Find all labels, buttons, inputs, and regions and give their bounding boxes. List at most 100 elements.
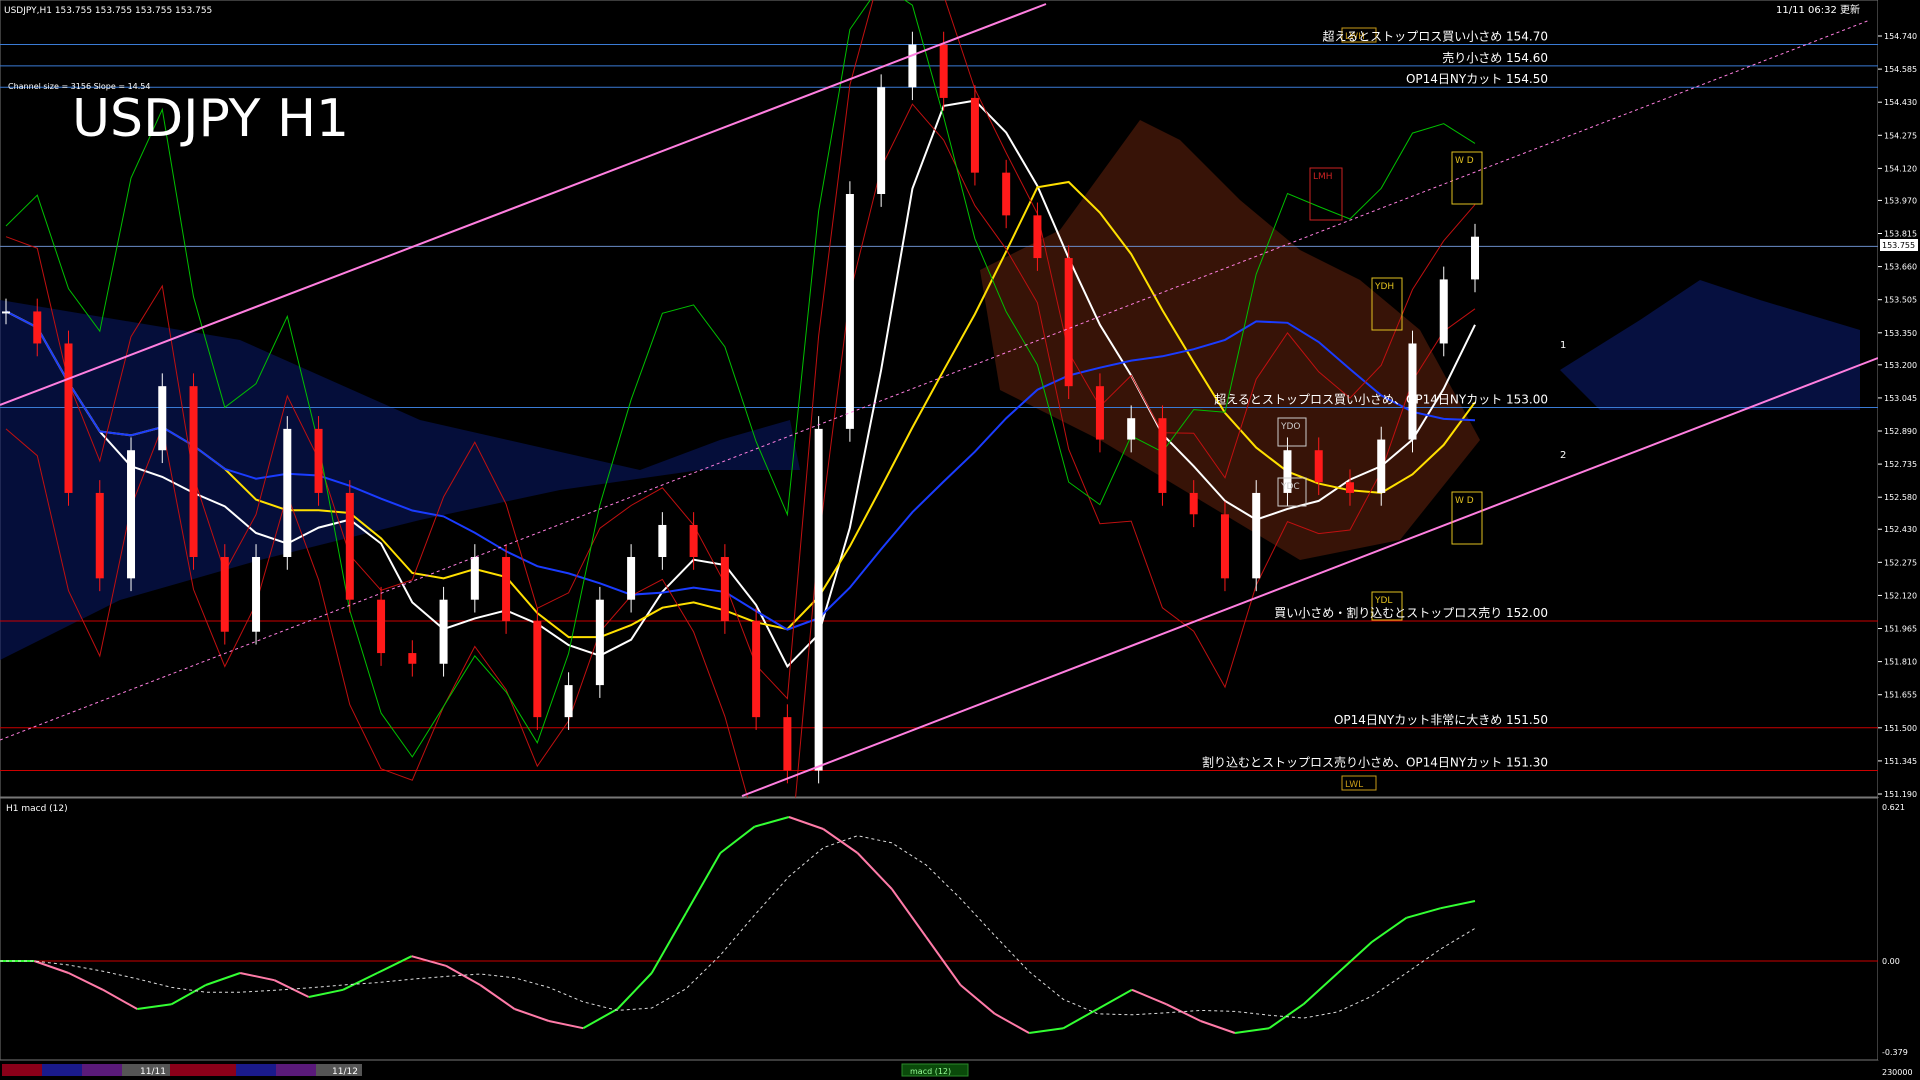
candle-body[interactable] (1252, 492, 1261, 579)
candle-body[interactable] (314, 428, 323, 493)
candle-body[interactable] (345, 492, 354, 600)
candle-body[interactable] (95, 492, 104, 579)
price-tick-label: 151.810 (1884, 658, 1917, 667)
candle-body[interactable] (127, 450, 136, 579)
candle-body[interactable] (658, 524, 667, 557)
price-tick-label: 153.505 (1884, 296, 1917, 305)
level-annotation: OP14日NYカット 154.50 (1406, 72, 1548, 86)
level-box-label: W D (1455, 156, 1474, 166)
price-tick-label: 153.660 (1884, 263, 1917, 272)
level-annotation: 買い小さめ・割り込むとストップロス売り 152.00 (1274, 605, 1548, 620)
macd-tick-zero: 0.00 (1882, 957, 1900, 966)
candle-body[interactable] (939, 44, 948, 98)
candle-body[interactable] (564, 685, 573, 718)
candle-body[interactable] (1127, 418, 1136, 440)
macd-label: H1 macd (12) (6, 804, 68, 814)
level-box-label: W D (1455, 496, 1474, 506)
candle-body[interactable] (33, 311, 42, 344)
level-annotation: 売り小さめ 154.60 (1442, 50, 1548, 65)
candle-body[interactable] (220, 556, 229, 632)
price-tick-label: 152.275 (1884, 558, 1917, 567)
macd-tick-bottom: -0.379 (1882, 1048, 1908, 1057)
candle-body[interactable] (189, 386, 198, 557)
candle-body[interactable] (1095, 386, 1104, 440)
candle-body[interactable] (158, 386, 167, 451)
candle-body[interactable] (439, 599, 448, 664)
date-label: 11/11 (140, 1067, 166, 1077)
macd-tab-label: macd (12) (910, 1067, 951, 1076)
level-box-label: YDC (1280, 482, 1300, 492)
candle-body[interactable] (283, 428, 292, 557)
price-tick-label: 152.735 (1884, 460, 1917, 469)
projection-label: 1 (1560, 340, 1566, 351)
chart-title: USDJPY H1 (72, 89, 349, 149)
candle-body[interactable] (1439, 279, 1448, 344)
candle-body[interactable] (595, 599, 604, 686)
candle-body[interactable] (1408, 343, 1417, 440)
candle-body[interactable] (1002, 172, 1011, 216)
candle-body[interactable] (470, 556, 479, 600)
price-tick-label: 154.740 (1884, 32, 1917, 41)
price-tick-label: 152.430 (1884, 525, 1917, 534)
candle-body[interactable] (377, 599, 386, 654)
volume-value: 230000 (1882, 1068, 1913, 1077)
period-block[interactable] (82, 1064, 122, 1076)
level-annotation: 超えるとストップロス買い小さめ、OP14日NYカット 153.00 (1214, 392, 1548, 407)
candle-body[interactable] (689, 524, 698, 557)
candle-body[interactable] (970, 97, 979, 173)
level-annotation: OP14日NYカット非常に大きめ 151.50 (1334, 713, 1548, 727)
level-box-label: YDO (1280, 422, 1301, 432)
price-tick-label: 153.970 (1884, 196, 1917, 205)
price-tick-label: 152.890 (1884, 427, 1917, 436)
candle-body[interactable] (1158, 418, 1167, 493)
candle-body[interactable] (64, 343, 73, 493)
candle-body[interactable] (1471, 236, 1479, 280)
current-price-text: 153.755 (1882, 241, 1915, 250)
candle-body[interactable] (908, 44, 917, 88)
candle-body[interactable] (783, 717, 792, 771)
price-tick-label: 154.585 (1884, 65, 1917, 74)
period-block[interactable] (42, 1064, 82, 1076)
candle-body[interactable] (533, 621, 542, 718)
chart-window[interactable]: LMHLWHYDHYDOYDCYDLLWLW DW D12 154.740154… (0, 0, 1920, 1080)
candle-body[interactable] (252, 556, 261, 632)
candle-body[interactable] (1220, 514, 1229, 579)
candle-body[interactable] (1377, 439, 1386, 493)
price-tick-label: 152.580 (1884, 493, 1917, 502)
update-timestamp: 11/11 06:32 更新 (1776, 3, 1860, 16)
macd-pane[interactable] (0, 797, 1879, 1061)
candle-body[interactable] (814, 428, 823, 771)
level-box-label: YDL (1374, 596, 1392, 606)
price-tick-label: 151.655 (1884, 691, 1917, 700)
candle-body[interactable] (752, 621, 761, 718)
price-tick-label: 154.120 (1884, 164, 1917, 173)
macd-tick-top: 0.621 (1882, 803, 1905, 812)
price-tick-label: 152.120 (1884, 591, 1917, 600)
period-block[interactable] (236, 1064, 276, 1076)
period-block[interactable] (2, 1064, 42, 1076)
price-tick-label: 153.045 (1884, 394, 1917, 403)
price-tick-label: 151.190 (1884, 790, 1917, 799)
price-tick-label: 151.345 (1884, 757, 1917, 766)
period-block[interactable] (276, 1064, 316, 1076)
level-box-label: LMH (1313, 172, 1333, 182)
candle-body[interactable] (1033, 215, 1042, 259)
price-tick-label: 153.350 (1884, 329, 1917, 338)
date-label: 11/12 (332, 1067, 358, 1077)
candle-body[interactable] (627, 556, 636, 600)
candle-body[interactable] (845, 194, 854, 429)
candle-body[interactable] (720, 556, 729, 622)
candle-body[interactable] (2, 311, 10, 314)
candle-body[interactable] (1345, 482, 1354, 493)
price-tick-label: 151.500 (1884, 724, 1917, 733)
candle-body[interactable] (1064, 258, 1073, 387)
price-tick-label: 154.430 (1884, 98, 1917, 107)
candle-body[interactable] (1189, 492, 1198, 515)
candle-body[interactable] (877, 87, 886, 195)
period-block[interactable] (170, 1064, 236, 1076)
level-box-label: LWL (1345, 780, 1363, 790)
candle-body[interactable] (1314, 450, 1323, 483)
candle-body[interactable] (408, 653, 417, 664)
header-info: USDJPY,H1 153.755 153.755 153.755 153.75… (4, 6, 212, 16)
candle-body[interactable] (502, 556, 511, 622)
